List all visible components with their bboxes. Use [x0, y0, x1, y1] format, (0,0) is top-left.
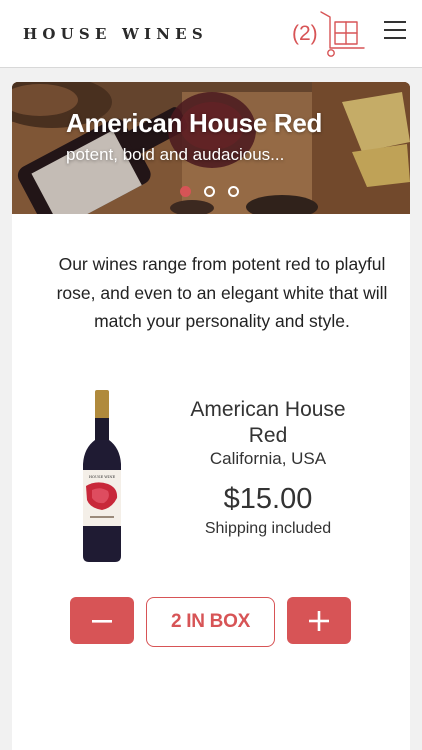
- brand-logo[interactable]: HOUSE WINES: [23, 25, 208, 43]
- svg-text:HOUSE WINE: HOUSE WINE: [89, 475, 116, 479]
- cart-count[interactable]: (2): [292, 22, 318, 46]
- decrease-quantity-button[interactable]: [70, 597, 134, 644]
- carousel-dots: [180, 186, 239, 197]
- top-header: HOUSE WINES (2): [0, 0, 422, 68]
- increase-quantity-button[interactable]: [287, 597, 351, 644]
- quantity-display: 2 IN BOX: [146, 597, 275, 647]
- carousel-dot-1[interactable]: [180, 186, 191, 197]
- product-name[interactable]: American House Red: [180, 397, 356, 449]
- wine-bottle-image[interactable]: HOUSE WINE: [78, 390, 126, 564]
- banner-title: American House Red: [66, 108, 323, 138]
- carousel-dot-2[interactable]: [204, 186, 215, 197]
- product-origin: California, USA: [209, 449, 327, 468]
- product-card: Our wines range from potent red to playf…: [12, 214, 410, 750]
- plus-icon: [309, 610, 329, 631]
- product-price: $15.00: [223, 483, 313, 515]
- banner-subtitle: potent, bold and audacious...: [66, 145, 285, 164]
- hamburger-menu-icon[interactable]: [384, 21, 406, 39]
- cart-trolley-icon[interactable]: [318, 10, 366, 58]
- carousel-dot-3[interactable]: [228, 186, 239, 197]
- shipping-note: Shipping included: [204, 520, 332, 537]
- hero-banner[interactable]: American House Red potent, bold and auda…: [12, 82, 410, 214]
- minus-icon: [92, 619, 112, 623]
- intro-text: Our wines range from potent red to playf…: [56, 254, 388, 331]
